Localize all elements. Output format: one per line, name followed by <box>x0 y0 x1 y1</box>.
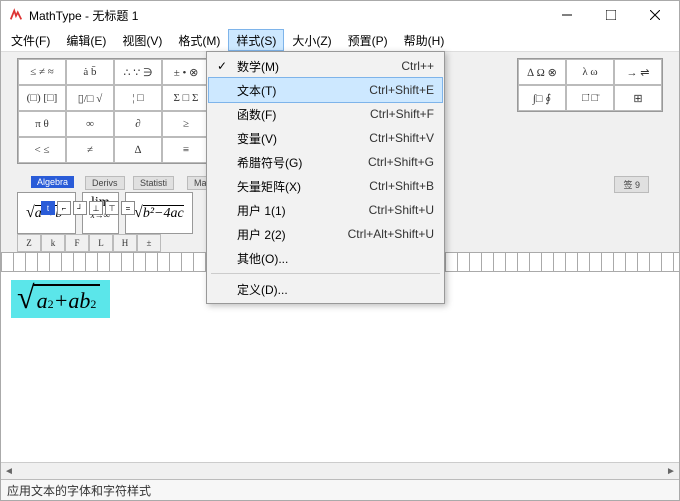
menu-size[interactable]: 大小(Z) <box>284 29 339 51</box>
small-symbol-row: Z k F L H ± <box>17 234 161 252</box>
horizontal-scrollbar[interactable]: ◄ ► <box>1 462 679 479</box>
small-cell[interactable]: k <box>41 234 65 252</box>
palette-cell[interactable]: π θ <box>18 111 66 137</box>
palette-cell[interactable]: < ≤ <box>18 137 66 163</box>
palette-cell[interactable]: ∫□ ∮ <box>518 85 566 111</box>
palette-cell[interactable]: λ ω <box>566 59 614 85</box>
palette-cell[interactable]: ∞ <box>66 111 114 137</box>
palette-cell[interactable]: ∆ <box>114 137 162 163</box>
scroll-left-icon[interactable]: ◄ <box>1 463 17 479</box>
style-item-math[interactable]: ✓ 数学(M) Ctrl++ <box>209 54 442 78</box>
selected-formula[interactable]: √ a2 + ab2 <box>11 280 110 318</box>
formula-term: a <box>37 288 48 314</box>
status-text: 应用文本的字体和字符样式 <box>7 482 151 499</box>
palette-cell[interactable]: □̇ □̈ <box>566 85 614 111</box>
palette-cell[interactable]: ≡ <box>162 137 210 163</box>
style-item-text[interactable]: 文本(T) Ctrl+Shift+E <box>208 77 443 103</box>
formula-sup: 2 <box>90 297 96 312</box>
style-item-greek[interactable]: 希腊符号(G) Ctrl+Shift+G <box>209 150 442 174</box>
menu-shortcut: Ctrl+Shift+G <box>368 155 434 169</box>
menu-label: 变量(V) <box>237 130 277 147</box>
menu-shortcut: Ctrl+Shift+B <box>369 179 434 193</box>
menu-label: 希腊符号(G) <box>237 154 302 171</box>
palette-cell[interactable]: ¦ □ <box>114 85 162 111</box>
maximize-button[interactable] <box>589 1 633 29</box>
small-cell[interactable]: L <box>89 234 113 252</box>
menu-label: 用户 2(2) <box>237 226 286 243</box>
small-cell[interactable]: Z <box>17 234 41 252</box>
tabstop-button[interactable]: ┘ <box>73 201 87 215</box>
title-bar: MathType - 无标题 1 <box>1 1 679 29</box>
menu-help[interactable]: 帮助(H) <box>396 29 453 51</box>
tab-statisti[interactable]: Statisti <box>133 176 174 190</box>
equation-preset[interactable]: √b²−4ac <box>125 192 193 234</box>
menu-format[interactable]: 格式(M) <box>170 29 228 51</box>
palette-cell[interactable]: ≥ <box>162 111 210 137</box>
status-bar: 应用文本的字体和字符样式 <box>1 479 679 500</box>
menu-label: 文本(T) <box>237 82 276 99</box>
small-cell[interactable]: ± <box>137 234 161 252</box>
palette-cell[interactable]: ≠ <box>66 137 114 163</box>
tab-tag9[interactable]: 签 9 <box>614 176 649 193</box>
formula-term: ab <box>68 288 90 314</box>
palette-cell[interactable]: ± • ⊗ <box>162 59 210 85</box>
tab-derivs[interactable]: Derivs <box>85 176 125 190</box>
menu-bar: 文件(F) 编辑(E) 视图(V) 格式(M) 样式(S) 大小(Z) 预置(P… <box>1 29 679 52</box>
palette-cell[interactable]: (□) [□] <box>18 85 66 111</box>
menu-edit[interactable]: 编辑(E) <box>58 29 114 51</box>
tab-algebra[interactable]: Algebra <box>31 176 74 188</box>
small-cell[interactable]: H <box>113 234 137 252</box>
tabstop-controls: t ⌐ ┘ ⊥ ⊤ = <box>41 201 135 215</box>
app-logo-icon <box>9 8 23 22</box>
style-dropdown-menu: ✓ 数学(M) Ctrl++ 文本(T) Ctrl+Shift+E 函数(F) … <box>206 51 445 304</box>
tabstop-button[interactable]: ⊤ <box>105 201 119 215</box>
palette-cell[interactable]: ▯/□ √ <box>66 85 114 111</box>
palette-cell[interactable]: ⊞ <box>614 85 662 111</box>
menu-shortcut: Ctrl+Shift+U <box>369 203 434 217</box>
menu-view[interactable]: 视图(V) <box>114 29 170 51</box>
menu-file[interactable]: 文件(F) <box>3 29 58 51</box>
menu-shortcut: Ctrl+Shift+F <box>370 107 434 121</box>
formula-plus: + <box>54 288 69 314</box>
style-item-function[interactable]: 函数(F) Ctrl+Shift+F <box>209 102 442 126</box>
palette-cell[interactable]: ≤ ≠ ≈ <box>18 59 66 85</box>
scroll-right-icon[interactable]: ► <box>663 463 679 479</box>
menu-shortcut: Ctrl+Shift+E <box>369 83 434 97</box>
symbol-palette-right: ∆ Ω ⊗ λ ω → ⇌ ∫□ ∮ □̇ □̈ ⊞ <box>517 58 663 112</box>
style-item-user1[interactable]: 用户 1(1) Ctrl+Shift+U <box>209 198 442 222</box>
style-item-user2[interactable]: 用户 2(2) Ctrl+Alt+Shift+U <box>209 222 442 246</box>
palette-cell[interactable]: ∆ Ω ⊗ <box>518 59 566 85</box>
menu-shortcut: Ctrl+Alt+Shift+U <box>348 227 434 241</box>
style-item-other[interactable]: 其他(O)... <box>209 246 442 270</box>
menu-label: 矢量矩阵(X) <box>237 178 301 195</box>
menu-label: 其他(O)... <box>237 250 288 267</box>
tabstop-button[interactable]: ⌐ <box>57 201 71 215</box>
menu-preset[interactable]: 预置(P) <box>340 29 396 51</box>
tabstop-button[interactable]: ⊥ <box>89 201 103 215</box>
menu-shortcut: Ctrl+Shift+V <box>369 131 434 145</box>
palette-cell[interactable]: ∂ <box>114 111 162 137</box>
menu-shortcut: Ctrl++ <box>401 59 434 73</box>
palette-cell[interactable]: Σ □ Σ <box>162 85 210 111</box>
small-cell[interactable]: F <box>65 234 89 252</box>
menu-label: 函数(F) <box>237 106 276 123</box>
menu-label: 数学(M) <box>237 58 279 75</box>
palette-cell[interactable]: ȧ b̄ <box>66 59 114 85</box>
window-title: MathType - 无标题 1 <box>29 7 545 24</box>
style-item-variable[interactable]: 变量(V) Ctrl+Shift+V <box>209 126 442 150</box>
tabstop-button[interactable]: t <box>41 201 55 215</box>
symbol-palette-left: ≤ ≠ ≈ ȧ b̄ ∴ ∵ ∋ ± • ⊗ (□) [□] ▯/□ √ ¦ □… <box>17 58 211 164</box>
palette-cell[interactable]: → ⇌ <box>614 59 662 85</box>
palette-cell[interactable]: ∴ ∵ ∋ <box>114 59 162 85</box>
close-button[interactable] <box>633 1 677 29</box>
style-item-matrix[interactable]: 矢量矩阵(X) Ctrl+Shift+B <box>209 174 442 198</box>
menu-label: 用户 1(1) <box>237 202 286 219</box>
menu-separator <box>211 273 440 274</box>
menu-style[interactable]: 样式(S) <box>228 29 284 51</box>
minimize-button[interactable] <box>545 1 589 29</box>
menu-label: 定义(D)... <box>237 281 288 298</box>
tabstop-button[interactable]: = <box>121 201 135 215</box>
check-icon: ✓ <box>217 59 227 73</box>
style-item-define[interactable]: 定义(D)... <box>209 277 442 301</box>
